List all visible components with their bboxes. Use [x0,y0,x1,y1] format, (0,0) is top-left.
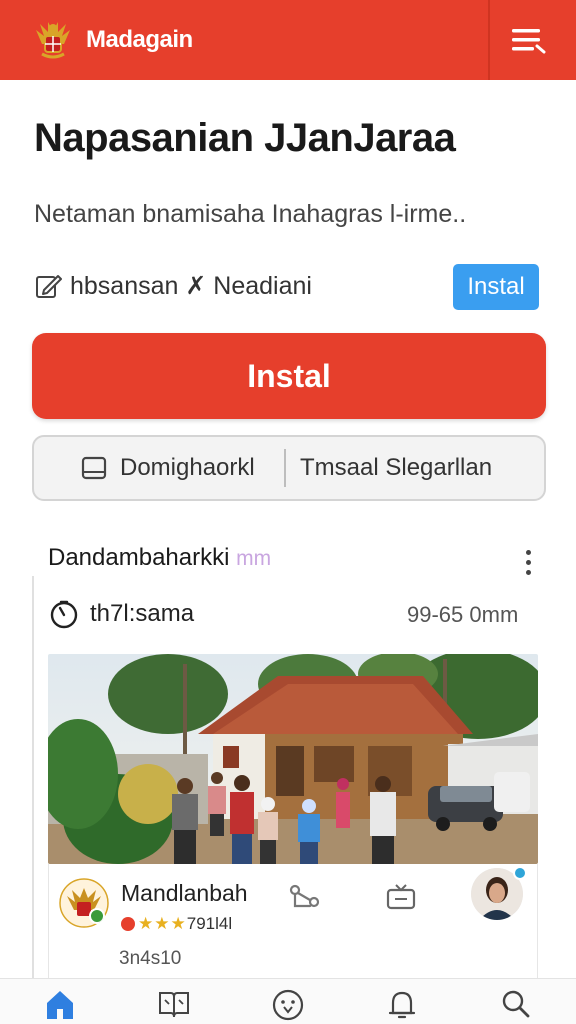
time-row: th7l:sama [48,598,194,630]
tv-icon[interactable] [385,882,417,912]
village-house-photo[interactable] [48,654,538,864]
card-title: Dandambaharkki mm [48,544,271,572]
card-border [32,576,34,980]
book-icon[interactable] [156,987,192,1021]
page-subtitle: Netaman bnamisaha Inahagras l-irme.. [34,200,467,228]
topbar-divider [488,0,490,80]
card-title-text: Dandambaharkki [48,544,230,571]
meta-row: hbsansan ✗ Neadiani [34,268,312,304]
hamburger-menu-icon[interactable] [504,20,552,60]
secondary-action-button[interactable]: Tmsaal Slegarllan [300,454,492,482]
post-info-row: Mandlanbah ★ ★ ★ 791l4l 3n4s10 [48,864,538,980]
secondary-actions: Domighaorkl Tmsaal Slegarllan [32,435,546,501]
count-text: 3n4s10 [119,948,182,969]
meta-text: hbsansan ✗ Neadiani [70,272,312,300]
clock-icon [50,600,78,629]
small-install-button[interactable]: Instal [453,264,539,310]
time-label: th7l:sama [90,600,195,627]
bottom-nav [0,978,576,1024]
rating-row: ★ ★ ★ 791l4l [121,914,232,934]
share-icon[interactable] [287,880,321,914]
star-icon: ★ [138,914,154,933]
app-title: Madagain [86,26,193,53]
install-button[interactable]: Instal [32,333,546,419]
bookmark-button[interactable]: Domighaorkl [34,437,284,499]
rating-dot [121,917,135,931]
secondary-divider [284,449,286,487]
edit-icon[interactable] [34,272,62,300]
face-icon[interactable] [270,987,306,1021]
star-icon: ★ [154,914,170,933]
star-icon: ★ [170,914,186,933]
bookmark-icon [81,456,107,480]
post-card: Dandambaharkki mm th7l:sama 99-65 0mm Ma… [32,540,546,980]
page-title: Napasanian JJanJaraa [34,116,456,160]
search-icon[interactable] [498,987,534,1021]
card-title-suffix: mm [236,547,272,570]
org-name: Mandlanbah [121,880,248,906]
more-options-icon[interactable] [516,544,540,580]
rating-text: 791l4l [186,914,233,933]
time-value: 99-65 0mm [407,602,519,627]
online-badge [513,866,527,880]
garuda-seal-avatar [59,878,109,928]
bookmark-label: Domighaorkl [120,454,255,481]
garuda-emblem-icon [36,22,70,59]
top-app-bar: Madagain [0,0,576,80]
bell-icon[interactable] [384,987,420,1021]
home-icon[interactable] [42,987,78,1021]
